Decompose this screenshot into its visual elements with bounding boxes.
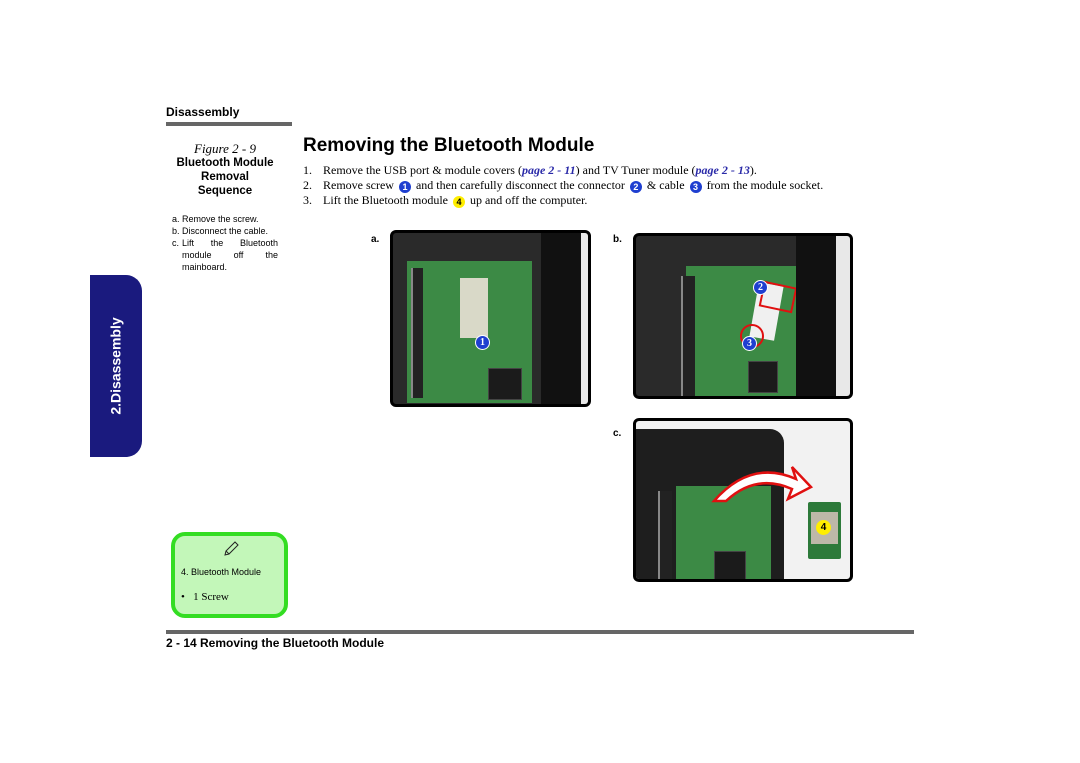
page-title: Removing the Bluetooth Module (303, 135, 595, 156)
photo-a-bluetooth-screw: 1 (390, 230, 591, 407)
callout-badge-4: 4 (452, 196, 465, 208)
photo-callout-3: 3 (742, 336, 757, 351)
step-number: 1. (303, 163, 312, 177)
photo-callout-4: 4 (816, 520, 831, 535)
procedure-step: 3. Lift the Bluetooth module 4 up and of… (303, 193, 823, 208)
photo-callout-1: 1 (475, 335, 490, 350)
step-text: Lift the Bluetooth module 4 up and off t… (323, 193, 587, 208)
step-text: Remove screw 1 and then carefully discon… (323, 178, 823, 193)
step-text: Remove the USB port & module covers (pag… (323, 163, 757, 178)
procedure-step: 2. Remove screw 1 and then carefully dis… (303, 178, 823, 193)
case-edge-image (836, 236, 850, 396)
figure-step-text: Remove the screw. (182, 214, 259, 224)
figure-step: c. Lift the Bluetooth module off the main… (172, 237, 278, 273)
figure-step: b. Disconnect the cable. (172, 225, 278, 237)
footer-rule (166, 630, 914, 634)
procedure-step: 1. Remove the USB port & module covers (… (303, 163, 823, 178)
step-text-part: ) and TV Tuner module ( (575, 163, 696, 177)
procedure-steps: 1. Remove the USB port & module covers (… (303, 163, 823, 208)
callout-badge-1: 1 (398, 181, 411, 193)
step-text-part: & cable (643, 178, 688, 192)
page-link[interactable]: page 2 - 11 (522, 163, 576, 177)
figure-step-text: Disconnect the cable. (182, 226, 269, 236)
figure-title-line: Bluetooth Module (176, 157, 274, 169)
figure-step-text: Lift the Bluetooth module off the mainbo… (182, 238, 278, 272)
photo-c-module-lifted: 4 (633, 418, 853, 582)
section-header-label: Disassembly (166, 105, 240, 119)
pencil-icon (224, 541, 239, 556)
page-link[interactable]: page 2 - 13 (696, 163, 750, 177)
figure-step-letter: b. (172, 226, 180, 236)
figure-step-letter: c. (172, 238, 180, 248)
step-text-part: up and off the computer. (466, 193, 588, 207)
header-rule (166, 122, 292, 126)
step-text-part: ). (749, 163, 757, 177)
figure-step-letter: a. (172, 214, 180, 224)
photo-label-a: a. (371, 234, 380, 245)
figure-step: a. Remove the screw. (172, 213, 278, 225)
step-text-part: Remove the USB port & module covers ( (323, 163, 522, 177)
step-text-part: and then carefully disconnect the connec… (412, 178, 628, 192)
callout-badge-3: 3 (689, 181, 702, 193)
note-heading: 4. Bluetooth Module (181, 567, 262, 577)
lift-arrow-icon (711, 466, 814, 503)
note-bullet-text: 1 Screw (193, 591, 229, 603)
chapter-side-tab-label-wrap: 2.Disassembly (90, 275, 142, 457)
memory-slot-image (411, 268, 423, 398)
photo-label-b: b. (613, 234, 622, 245)
figure-title: Bluetooth Module Removal Sequence (166, 156, 284, 198)
photo-callout-2: 2 (753, 280, 768, 295)
chip-image (488, 368, 522, 400)
case-frame-image (541, 233, 581, 404)
callout-badge-2: 2 (629, 181, 642, 193)
case-edge-image (581, 233, 588, 404)
bluetooth-module-image (460, 278, 488, 338)
step-text-part: Lift the Bluetooth module (323, 193, 451, 207)
case-frame-image (796, 236, 836, 396)
chip-image (748, 361, 778, 393)
figure-title-line: Removal (201, 171, 249, 183)
figure-title-line: Sequence (197, 185, 253, 197)
figure-step-list: a. Remove the screw. b. Disconnect the cab… (172, 213, 278, 273)
step-number: 3. (303, 193, 312, 207)
footer-page-label: 2 - 14 Removing the Bluetooth Module (166, 636, 385, 650)
step-number: 2. (303, 178, 312, 192)
figure-number: Figure 2 - 9 (194, 141, 256, 156)
step-text-part: from the module socket. (703, 178, 824, 192)
memory-slot-image (681, 276, 695, 396)
photo-label-c: c. (613, 428, 622, 439)
chapter-side-tab-label: 2.Disassembly (108, 317, 125, 415)
note-bullet-item: • 1 Screw (181, 591, 229, 603)
step-text-part: Remove screw (323, 178, 397, 192)
memory-slot-image (658, 491, 672, 579)
photo-b-connector-cable: 2 3 (633, 233, 853, 399)
chip-image (714, 551, 746, 579)
